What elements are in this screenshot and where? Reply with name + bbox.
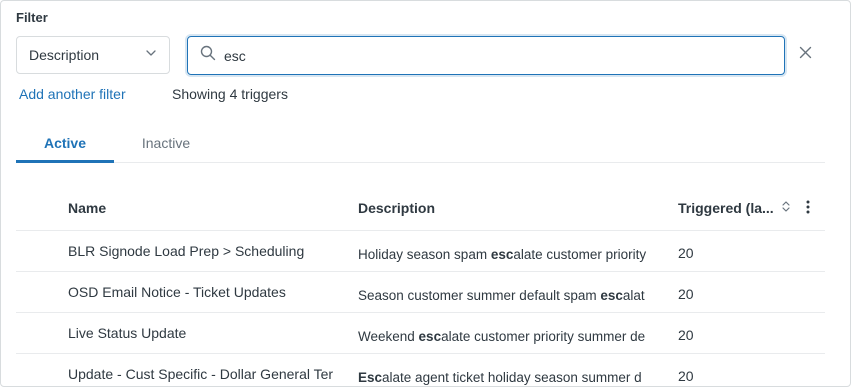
trigger-description: Holiday season spam escalate customer pr…: [358, 247, 647, 262]
table-header: Name Description Triggered (la...: [16, 186, 825, 231]
table-row[interactable]: Live Status Update Weekend escalate cust…: [16, 313, 825, 354]
trigger-name[interactable]: BLR Signode Load Prep > Scheduling: [68, 243, 336, 259]
trigger-filter-panel: Filter Description Add another filter Sh…: [0, 0, 851, 387]
filter-field-value: Description: [29, 47, 100, 63]
table-row[interactable]: BLR Signode Load Prep > Scheduling Holid…: [16, 231, 825, 272]
trigger-name[interactable]: Live Status Update: [68, 325, 336, 341]
tab-list: Active Inactive: [16, 127, 825, 163]
tab-inactive[interactable]: Inactive: [127, 127, 205, 161]
chevron-down-icon: [145, 46, 157, 64]
kebab-menu-icon: [806, 200, 810, 219]
search-match: esc: [418, 329, 442, 344]
trigger-description: Escalate agent ticket holiday season sum…: [358, 370, 642, 385]
trigger-count: 20: [678, 327, 694, 343]
tab-active[interactable]: Active: [16, 127, 114, 163]
search-match: Esc: [358, 370, 383, 385]
search-input[interactable]: [224, 47, 772, 64]
trigger-description: Weekend escalate customer priority summe…: [358, 329, 646, 344]
close-icon: [799, 46, 812, 64]
column-header-description[interactable]: Description: [358, 200, 435, 216]
filter-field-select[interactable]: Description: [16, 36, 170, 74]
column-header-triggered-label: Triggered (la...: [678, 200, 774, 216]
search-match: esc: [600, 288, 623, 303]
search-field[interactable]: [187, 36, 785, 75]
trigger-count: 20: [678, 368, 694, 384]
trigger-name[interactable]: Update - Cust Specific - Dollar General …: [68, 366, 336, 382]
trigger-count: 20: [678, 245, 694, 261]
trigger-description: Season customer summer default spam esca…: [358, 288, 645, 303]
filter-label: Filter: [16, 10, 48, 25]
add-another-filter-link[interactable]: Add another filter: [19, 86, 126, 102]
sort-icon: [774, 200, 791, 216]
table-row[interactable]: OSD Email Notice - Ticket Updates Season…: [16, 272, 825, 313]
column-header-triggered[interactable]: Triggered (la...: [678, 200, 791, 216]
triggers-table: Name Description Triggered (la... BLR Si…: [16, 186, 825, 386]
table-row[interactable]: Update - Cust Specific - Dollar General …: [16, 354, 825, 386]
trigger-name[interactable]: OSD Email Notice - Ticket Updates: [68, 284, 336, 300]
result-count: Showing 4 triggers: [172, 86, 288, 102]
column-options-button[interactable]: [806, 199, 810, 220]
search-match: esc: [490, 247, 514, 262]
column-header-name[interactable]: Name: [68, 200, 106, 216]
clear-filter-button[interactable]: [795, 45, 815, 65]
trigger-count: 20: [678, 286, 694, 302]
search-icon: [200, 45, 224, 66]
